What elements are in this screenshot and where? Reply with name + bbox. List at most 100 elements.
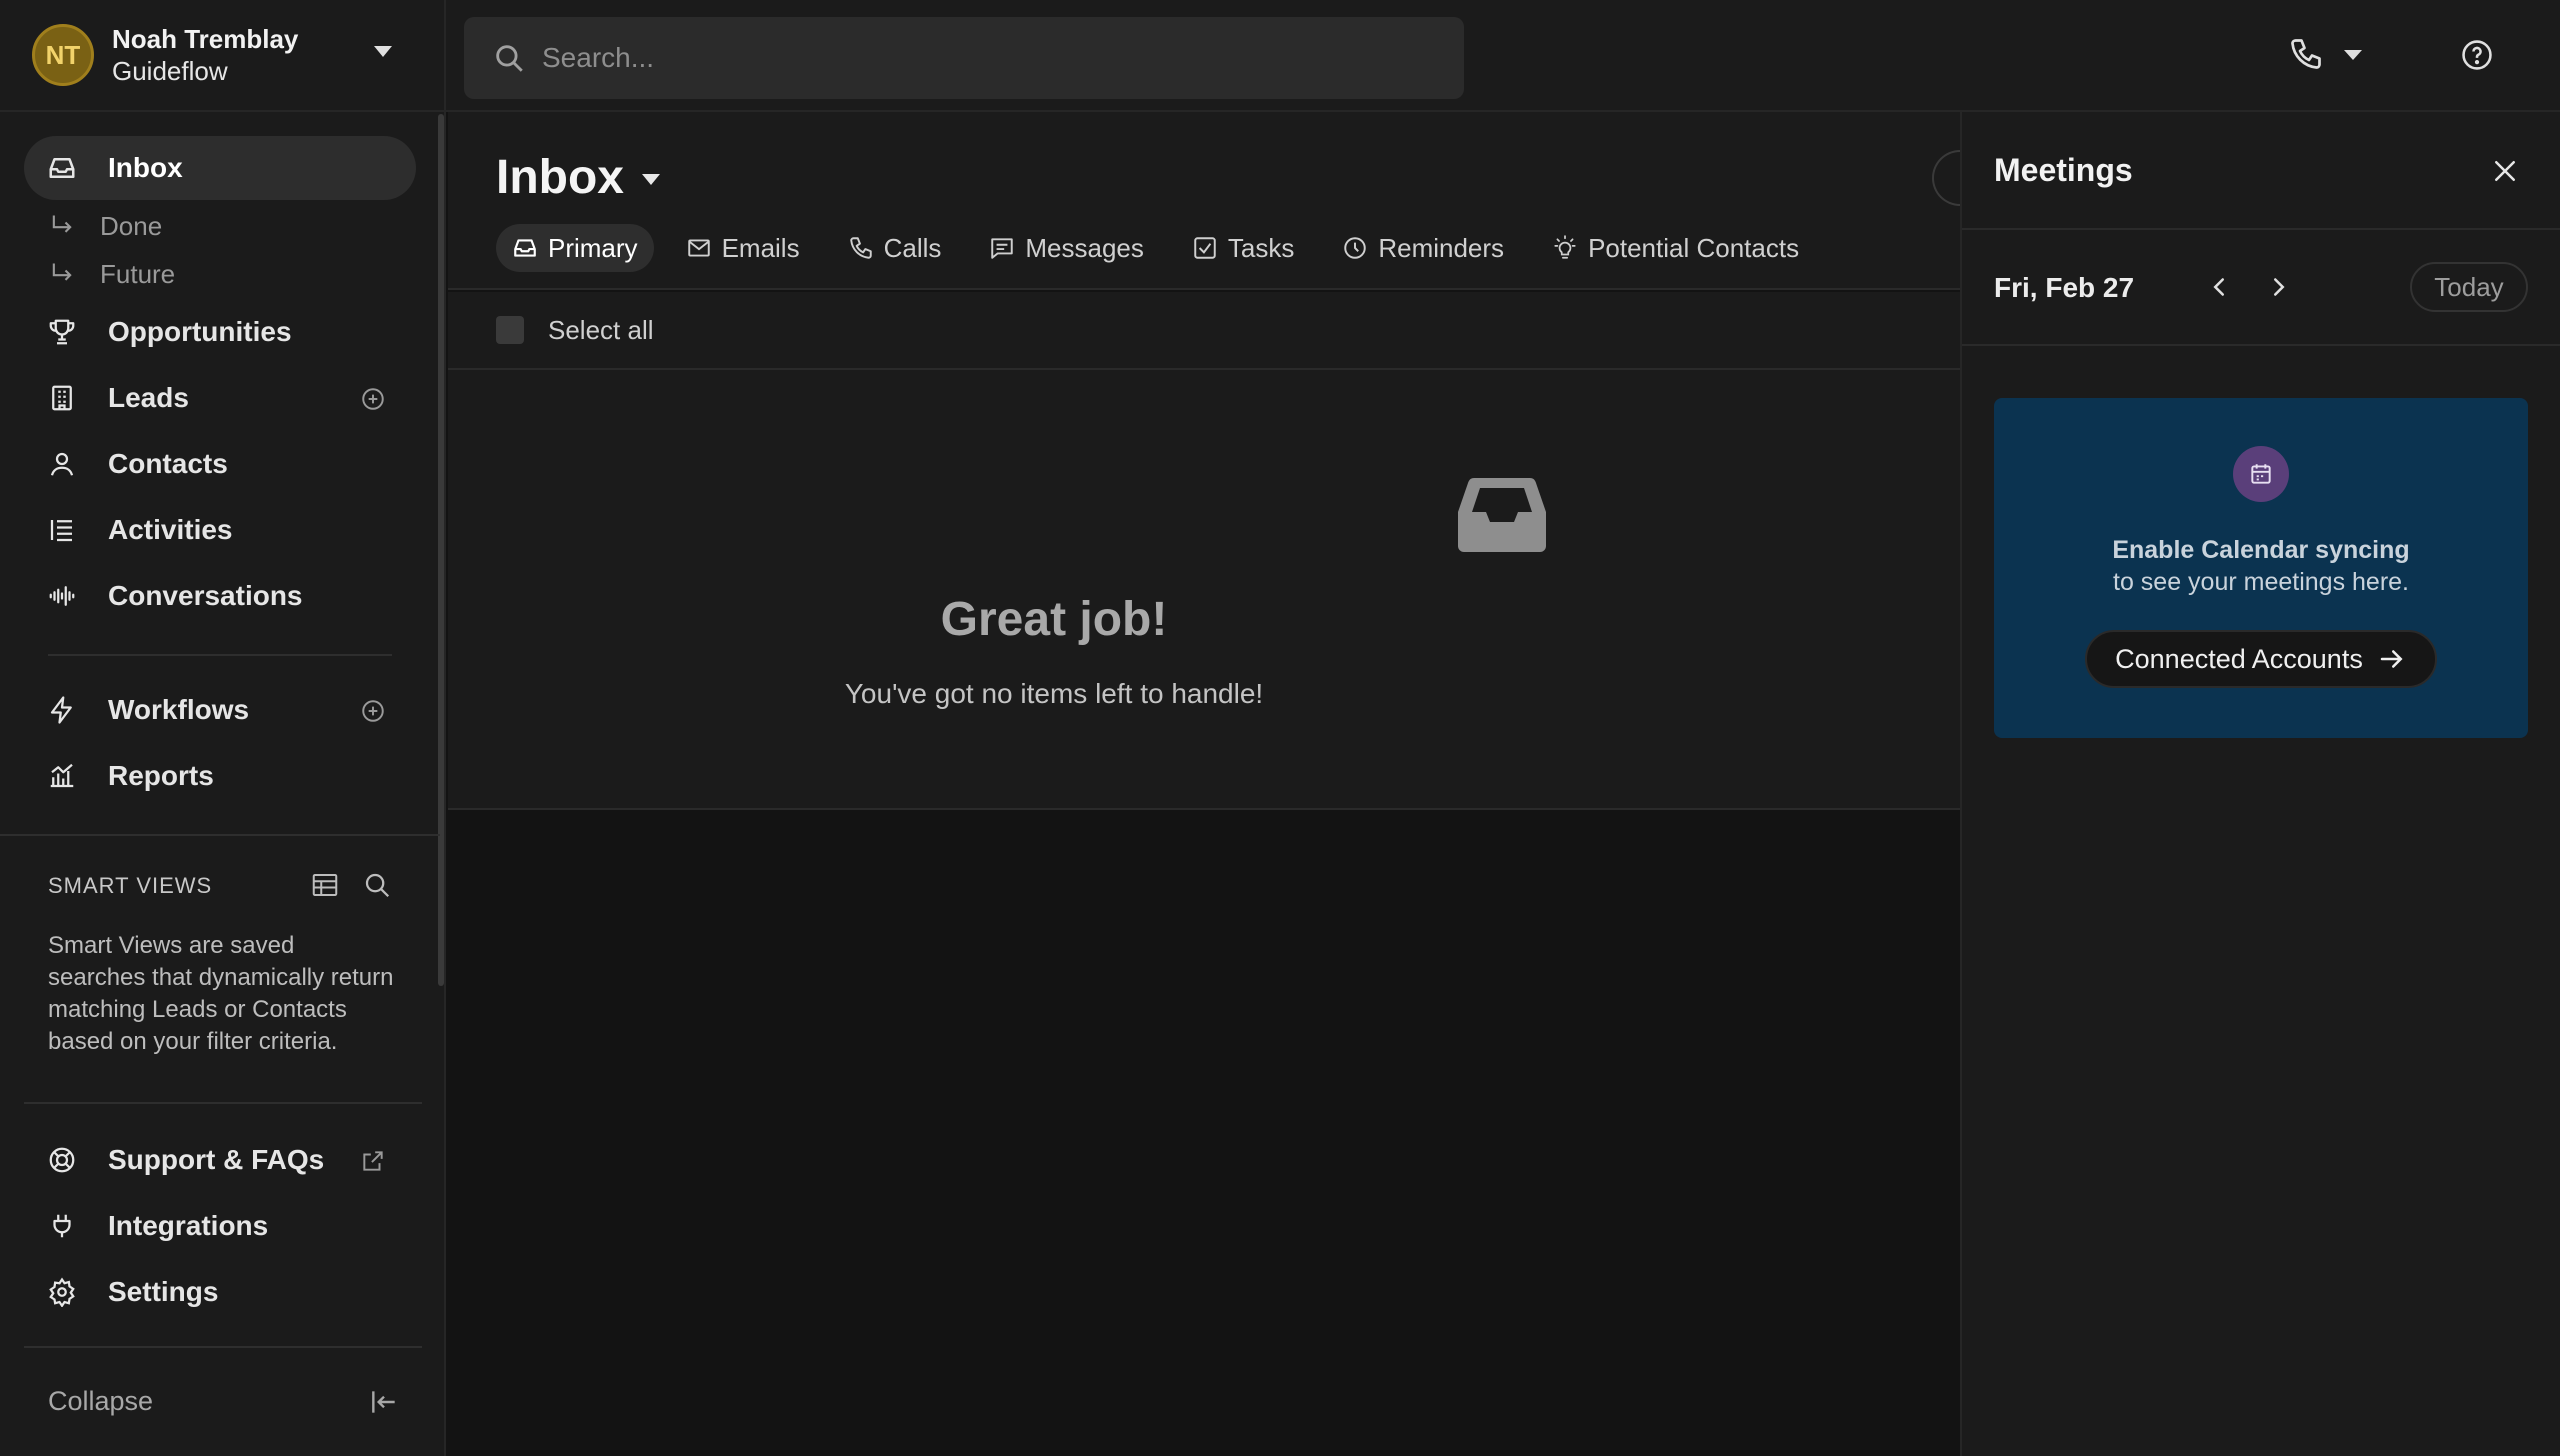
inbox-tray-icon: [1458, 478, 1546, 552]
add-lead-icon[interactable]: [360, 386, 386, 412]
corner-arrow-icon: [52, 263, 72, 281]
calendar-sync-title: Enable Calendar syncing: [2112, 536, 2410, 564]
avatar: NT: [32, 24, 94, 86]
sidebar-item-label: Inbox: [108, 152, 183, 183]
sidebar-item-reports[interactable]: Reports: [24, 744, 416, 808]
divider: [0, 834, 440, 836]
calendar-sync-card: Enable Calendar syncing to see your meet…: [1994, 398, 2528, 738]
arrow-right-icon: [2380, 650, 2403, 668]
list-icon: [46, 514, 78, 546]
collapse-button[interactable]: Collapse: [48, 1386, 153, 1417]
person-icon: [46, 448, 78, 480]
search-icon: [496, 45, 523, 72]
sidebar-item-label: Settings: [108, 1276, 219, 1307]
sidebar-item-label: Done: [100, 210, 163, 241]
external-link-icon: [363, 1151, 383, 1171]
divider: [1962, 344, 2560, 346]
app-root: NT Noah Tremblay Guideflow Inbox Done Fu…: [0, 0, 2560, 1456]
inbox-icon: [514, 239, 536, 257]
sidebar-item-label: Contacts: [108, 448, 228, 479]
sidebar-item-label: Reports: [108, 760, 214, 791]
tab-calls[interactable]: Calls: [832, 224, 958, 272]
tab-label: Tasks: [1227, 232, 1295, 263]
select-all-checkbox[interactable]: [496, 316, 524, 344]
sidebar-item-future[interactable]: Future: [48, 254, 175, 294]
chevron-right-icon[interactable]: [2264, 272, 2294, 302]
sidebar-item-contacts[interactable]: Contacts: [24, 432, 416, 496]
sidebar-item-inbox[interactable]: Inbox: [24, 136, 416, 200]
sidebar-item-label: Leads: [108, 382, 189, 413]
tab-primary[interactable]: Primary: [496, 224, 654, 272]
chevron-down-icon[interactable]: [374, 46, 392, 57]
mail-icon: [687, 239, 710, 257]
collapse-icon[interactable]: [368, 1386, 400, 1418]
sidebar-item-label: Activities: [108, 514, 233, 545]
building-icon: [46, 382, 78, 414]
smart-views-title: SMART VIEWS: [48, 873, 213, 898]
phone-icon[interactable]: [2288, 36, 2324, 72]
lifebuoy-icon: [46, 1144, 78, 1176]
inbox-header: Inbox Primary Emails Calls Messages Task…: [448, 112, 1972, 290]
tab-potential-contacts[interactable]: Potential Contacts: [1536, 224, 1815, 272]
tab-tasks[interactable]: Tasks: [1176, 224, 1310, 272]
tab-label: Reminders: [1378, 232, 1505, 263]
page-title[interactable]: Inbox: [496, 150, 624, 205]
user-switcher[interactable]: NT Noah Tremblay Guideflow: [0, 0, 446, 112]
divider: [48, 654, 392, 656]
tab-messages[interactable]: Messages: [973, 224, 1160, 272]
empty-subtitle: You've got no items left to handle!: [844, 678, 1264, 709]
sidebar-scrollbar[interactable]: [438, 114, 444, 986]
clock-icon: [1344, 237, 1367, 259]
sidebar-item-settings[interactable]: Settings: [24, 1260, 416, 1324]
sidebar-item-support[interactable]: Support & FAQs: [24, 1128, 416, 1192]
search-input[interactable]: [542, 42, 1422, 74]
divider: [1962, 228, 2560, 230]
sidebar-item-label: Future: [100, 258, 176, 289]
help-icon[interactable]: [2460, 38, 2494, 72]
connected-accounts-button[interactable]: Connected Accounts: [2085, 630, 2437, 688]
meetings-panel: Meetings Fri, Feb 27 Today Enable Calend…: [1960, 112, 2560, 1456]
tab-reminders[interactable]: Reminders: [1326, 224, 1520, 272]
top-bar: [446, 0, 2560, 112]
search-box[interactable]: [464, 17, 1464, 99]
message-icon: [991, 238, 1014, 259]
inbox-icon: [46, 152, 78, 184]
tab-label: Emails: [721, 232, 800, 263]
tab-label: Primary: [548, 232, 638, 263]
tab-emails[interactable]: Emails: [670, 224, 816, 272]
inbox-main: Inbox Primary Emails Calls Messages Task…: [448, 112, 1972, 1456]
sidebar: NT Noah Tremblay Guideflow Inbox Done Fu…: [0, 0, 446, 1456]
chevron-down-icon[interactable]: [642, 174, 660, 185]
plug-icon: [46, 1210, 78, 1242]
corner-arrow-icon: [52, 215, 72, 233]
calendar-badge: [2233, 446, 2289, 502]
sidebar-item-label: Support & FAQs: [108, 1144, 325, 1175]
divider: [24, 1346, 422, 1348]
chevron-down-icon[interactable]: [2344, 50, 2362, 60]
meetings-date: Fri, Feb 27: [1994, 272, 2135, 303]
sidebar-item-integrations[interactable]: Integrations: [24, 1194, 416, 1258]
search-icon[interactable]: [362, 870, 392, 900]
sidebar-item-activities[interactable]: Activities: [24, 498, 416, 562]
close-icon[interactable]: [2490, 156, 2520, 186]
select-all-label[interactable]: Select all: [548, 315, 654, 346]
chevron-left-icon[interactable]: [2204, 272, 2234, 302]
tab-label: Potential Contacts: [1588, 232, 1800, 263]
user-org: Guideflow: [112, 56, 228, 86]
chart-icon: [46, 760, 78, 792]
smart-views-description: Smart Views are saved searches that dyna…: [48, 932, 394, 1055]
connected-accounts-label: Connected Accounts: [2115, 643, 2363, 674]
sidebar-item-leads[interactable]: Leads: [24, 366, 416, 430]
sidebar-item-label: Opportunities: [108, 316, 292, 347]
meetings-title: Meetings: [1994, 152, 2133, 188]
empty-title: Great job!: [940, 593, 1168, 646]
sidebar-item-opportunities[interactable]: Opportunities: [24, 300, 416, 364]
calendar-sync-subtitle: to see your meetings here.: [2113, 568, 2409, 596]
sidebar-item-done[interactable]: Done: [48, 206, 162, 246]
gear-icon: [46, 1276, 78, 1308]
today-button[interactable]: Today: [2410, 262, 2528, 312]
calendar-icon: [2251, 464, 2271, 484]
table-icon[interactable]: [310, 870, 340, 900]
user-name: Noah Tremblay: [112, 24, 299, 54]
empty-state: Great job! You've got no items left to h…: [448, 370, 1960, 810]
